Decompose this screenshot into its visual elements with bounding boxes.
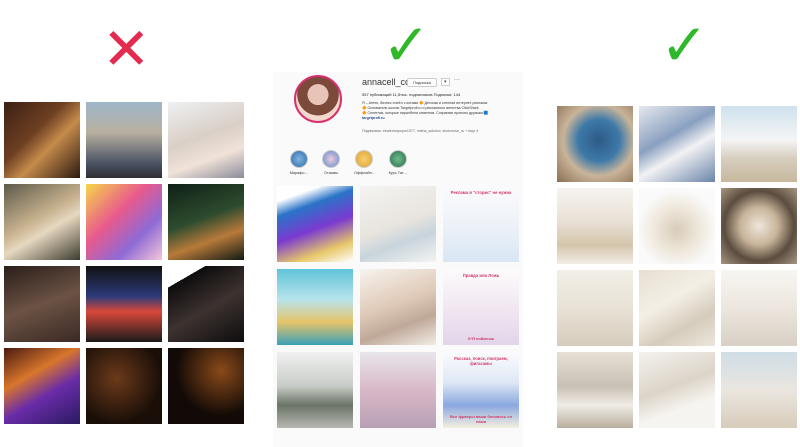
bio-link[interactable]: targetprofi.ru [362, 116, 517, 121]
photo-tile[interactable] [557, 106, 633, 182]
photo-tile[interactable] [277, 269, 353, 345]
photo-tile[interactable] [557, 270, 633, 346]
highlight-cover [355, 150, 373, 168]
photo-tile[interactable] [4, 266, 80, 342]
profile-feed-grid: Реклама в "сторис" не нужна Правда или Л… [277, 186, 519, 428]
chevron-down-icon[interactable]: ▾ [441, 78, 450, 86]
checkmark-icon: ✓ [382, 11, 431, 79]
highlight-reviews[interactable]: Отзывы [321, 150, 341, 175]
photo-tile[interactable] [721, 270, 797, 346]
highlight-label: Курс Тат… [388, 171, 408, 175]
highlight-offline[interactable]: Оффлайн… [354, 150, 376, 175]
photo-tile[interactable] [4, 184, 80, 260]
highlight-label: Марафо… [289, 171, 309, 175]
profile-stats: 557 публикаций 11,5тыс. подписчиков Подп… [362, 92, 461, 97]
photo-tile[interactable] [639, 352, 715, 428]
photo-tile[interactable] [360, 269, 436, 345]
more-options-icon[interactable]: ··· [454, 77, 460, 83]
highlight-cover [290, 150, 308, 168]
avatar[interactable] [294, 75, 342, 123]
follow-button[interactable]: Подписка [407, 78, 437, 87]
good-feed-grid [557, 106, 797, 428]
photo-tile[interactable] [4, 102, 80, 178]
photo-tile[interactable] [168, 348, 244, 424]
photo-tile[interactable] [639, 188, 715, 264]
photo-tile[interactable] [360, 352, 436, 428]
highlight-label: Отзывы [324, 171, 338, 175]
photo-tile[interactable]: Правда или Ложь Х*Я поймешь [443, 269, 519, 345]
followed-by[interactable]: Подписаны: ekaterinapopro1977, misha_sok… [362, 129, 478, 133]
photo-tile[interactable] [86, 184, 162, 260]
card-title: Правда или Ложь [462, 273, 500, 278]
photo-tile[interactable] [86, 266, 162, 342]
photo-tile[interactable] [277, 186, 353, 262]
photo-tile[interactable]: Реклама в "сторис" не нужна [443, 186, 519, 262]
photo-tile[interactable] [168, 266, 244, 342]
highlight-cover [322, 150, 340, 168]
highlight-course[interactable]: Курс Тат… [388, 150, 408, 175]
card-title: Рассказ, поиск, поиграем, фигасамы [454, 356, 508, 366]
photo-tile[interactable] [4, 348, 80, 424]
photo-tile[interactable] [360, 186, 436, 262]
highlight-label: Оффлайн… [354, 171, 376, 175]
photo-tile[interactable] [639, 270, 715, 346]
bad-feed-grid [4, 102, 244, 424]
card-subtitle: Все фраеры ваши беновесь сп нами [450, 414, 512, 424]
photo-tile[interactable] [277, 352, 353, 428]
profile-username: annacell_co [362, 77, 411, 87]
checkmark-icon: ✓ [660, 11, 709, 79]
cross-icon: ✕ [102, 15, 151, 83]
highlight-cover [389, 150, 407, 168]
photo-tile[interactable] [86, 348, 162, 424]
photo-tile[interactable] [86, 102, 162, 178]
card-title: Реклама в "сторис" не нужна [450, 190, 512, 195]
highlight-marathon[interactable]: Марафо… [289, 150, 309, 175]
instagram-profile: annacell_co Подписка ▾ ··· 557 публикаци… [273, 72, 523, 447]
photo-tile[interactable] [639, 106, 715, 182]
photo-tile[interactable] [721, 106, 797, 182]
photo-tile[interactable] [721, 188, 797, 264]
photo-tile[interactable]: Рассказ, поиск, поиграем, фигасамы Все ф… [443, 352, 519, 428]
photo-tile[interactable] [557, 352, 633, 428]
profile-bio: Я – Аптек, бизнес-пчеёл с котами 🔶 Детск… [362, 101, 517, 121]
photo-tile[interactable] [721, 352, 797, 428]
photo-tile[interactable] [168, 184, 244, 260]
photo-tile[interactable] [168, 102, 244, 178]
photo-tile[interactable] [557, 188, 633, 264]
card-subtitle: Х*Я поймешь [467, 336, 495, 341]
